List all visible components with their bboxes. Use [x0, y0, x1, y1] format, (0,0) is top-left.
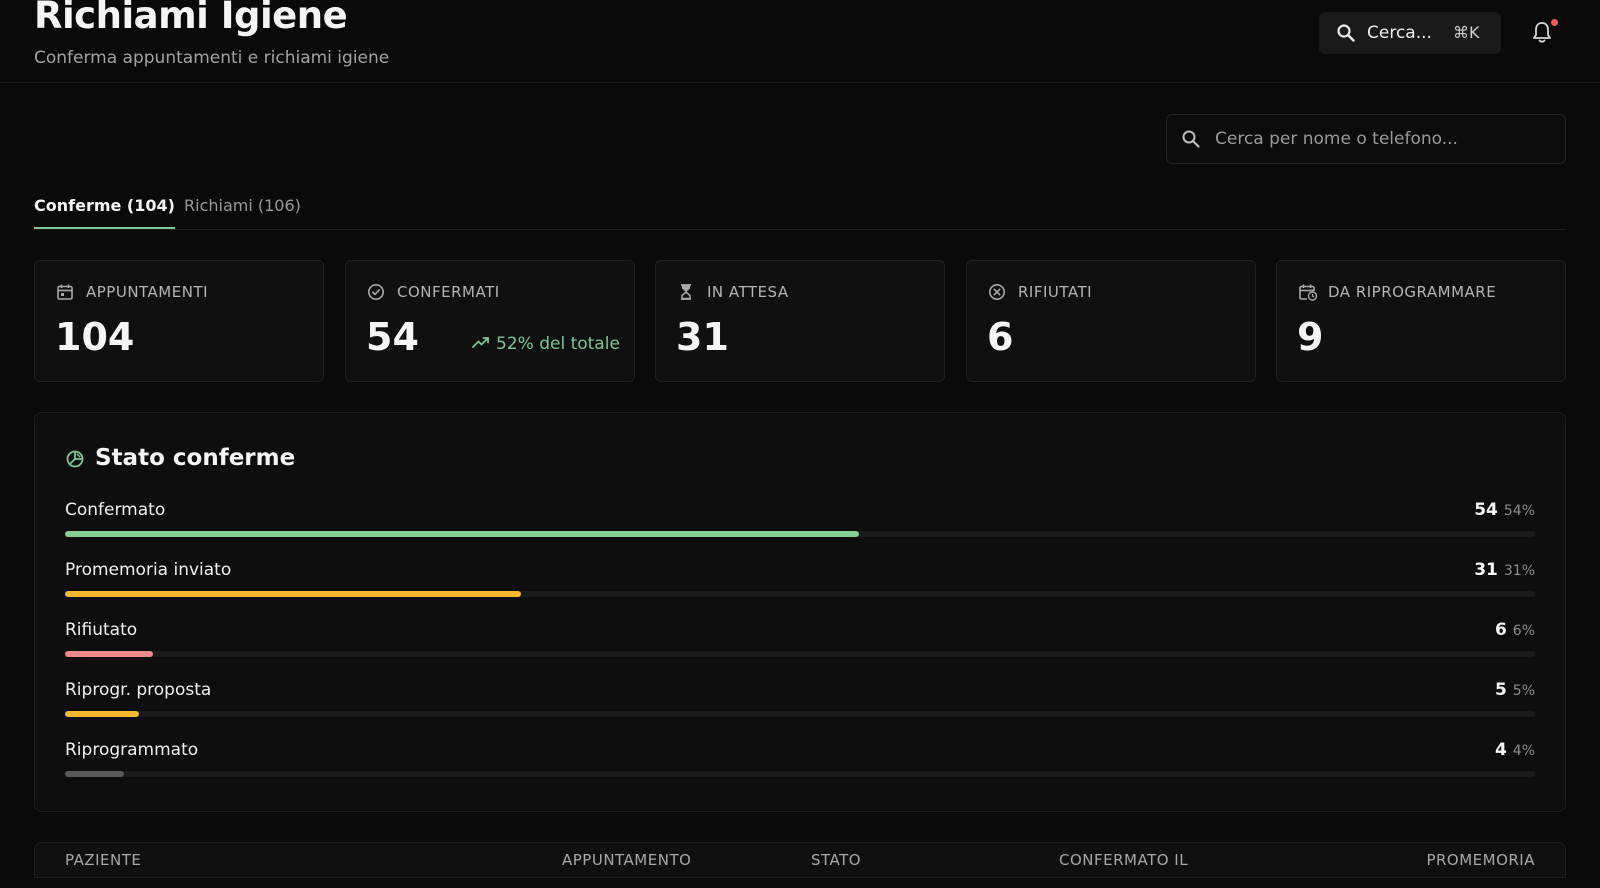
progress-track — [65, 711, 1535, 717]
status-row-rifiutato: Rifiutato 6 6% — [65, 620, 1535, 670]
tab-conferme[interactable]: Conferme (104) — [34, 196, 175, 229]
status-values: 6 6% — [1495, 620, 1535, 640]
progress-track — [65, 651, 1535, 657]
patient-search-input[interactable] — [1215, 125, 1545, 153]
trend-text: 52% del totale — [496, 334, 620, 354]
status-row-confermato: Confermato 54 54% — [65, 500, 1535, 550]
page-subtitle: Conferma appuntamenti e richiami igiene — [34, 48, 390, 68]
stat-value: 104 — [55, 315, 135, 359]
trending-up-icon — [472, 334, 490, 354]
global-search-label: Cerca... — [1367, 23, 1432, 43]
stat-value: 54 — [366, 315, 419, 359]
check-circle-icon — [367, 283, 385, 305]
progress-track — [65, 531, 1535, 537]
stat-label: RIFIUTATI — [1018, 283, 1093, 301]
progress-fill — [65, 771, 124, 777]
column-header-paziente[interactable]: PAZIENTE — [65, 851, 141, 869]
tab-bar: Conferme (104) Richiami (106) — [34, 190, 1566, 230]
table-header: PAZIENTE APPUNTAMENTO STATO CONFERMATO I… — [34, 842, 1566, 878]
status-label: Rifiutato — [65, 620, 138, 640]
status-count: 4 — [1494, 740, 1507, 760]
progress-fill — [65, 651, 154, 657]
stat-label: APPUNTAMENTI — [86, 283, 209, 301]
status-count: 54 — [1474, 500, 1498, 520]
stat-label: DA RIPROGRAMMARE — [1328, 283, 1497, 301]
status-count: 31 — [1474, 560, 1498, 580]
status-values: 31 31% — [1474, 560, 1535, 580]
search-icon — [1181, 129, 1201, 153]
column-header-stato[interactable]: STATO — [811, 851, 861, 869]
status-count: 6 — [1494, 620, 1507, 640]
status-percent: 31% — [1503, 563, 1535, 579]
stat-card-confermati: CONFERMATI 54 52% del totale — [345, 260, 635, 382]
stat-label: CONFERMATI — [397, 283, 500, 301]
hourglass-icon — [677, 283, 695, 305]
progress-fill — [65, 711, 139, 717]
calendar-icon — [56, 283, 74, 305]
status-label: Riprogr. proposta — [65, 680, 212, 700]
page-title: Richiami Igiene — [34, 0, 348, 37]
status-values: 54 54% — [1474, 500, 1535, 520]
chart-pie-icon — [65, 449, 85, 473]
status-percent: 54% — [1503, 503, 1535, 519]
panel-title: Stato conferme — [95, 445, 296, 471]
keyboard-shortcut: ⌘K — [1453, 23, 1480, 42]
status-percent: 6% — [1512, 623, 1535, 639]
calendar-clock-icon — [1298, 283, 1318, 305]
status-panel: Stato conferme Confermato 54 54% Promemo… — [34, 412, 1566, 812]
status-count: 5 — [1494, 680, 1507, 700]
status-percent: 4% — [1512, 743, 1535, 759]
column-header-promemoria[interactable]: PROMEMORIA — [1426, 851, 1535, 869]
stat-value: 9 — [1297, 315, 1324, 359]
stat-card-in-attesa: IN ATTESA 31 — [655, 260, 945, 382]
search-icon — [1336, 23, 1356, 47]
stat-value: 31 — [676, 315, 729, 359]
stat-label: IN ATTESA — [707, 283, 789, 301]
status-values: 5 5% — [1495, 680, 1535, 700]
page-header: Richiami Igiene Conferma appuntamenti e … — [0, 0, 1600, 83]
trend-indicator: 52% del totale — [472, 334, 620, 354]
status-label: Riprogrammato — [65, 740, 199, 760]
progress-fill — [65, 531, 859, 537]
status-row-riprogr-proposta: Riprogr. proposta 5 5% — [65, 680, 1535, 730]
status-label: Confermato — [65, 500, 166, 520]
status-values: 4 4% — [1495, 740, 1535, 760]
x-circle-icon — [988, 283, 1006, 305]
stat-card-da-riprogrammare: DA RIPROGRAMMARE 9 — [1276, 260, 1566, 382]
progress-fill — [65, 591, 521, 597]
stat-value: 6 — [987, 315, 1014, 359]
progress-track — [65, 591, 1535, 597]
status-row-riprogrammato: Riprogrammato 4 4% — [65, 740, 1535, 790]
global-search-button[interactable]: Cerca... ⌘K — [1319, 12, 1501, 54]
status-row-promemoria-inviato: Promemoria inviato 31 31% — [65, 560, 1535, 610]
progress-track — [65, 771, 1535, 777]
status-percent: 5% — [1512, 683, 1535, 699]
status-label: Promemoria inviato — [65, 560, 232, 580]
stat-card-rifiutati: RIFIUTATI 6 — [966, 260, 1256, 382]
column-header-confermato-il[interactable]: CONFERMATO IL — [1059, 851, 1188, 869]
bell-icon[interactable] — [1531, 20, 1553, 48]
notification-dot — [1551, 19, 1558, 26]
stat-card-appuntamenti: APPUNTAMENTI 104 — [34, 260, 324, 382]
patient-search — [1166, 114, 1566, 164]
tab-richiami[interactable]: Richiami (106) — [184, 196, 301, 227]
column-header-appuntamento[interactable]: APPUNTAMENTO — [562, 851, 691, 869]
